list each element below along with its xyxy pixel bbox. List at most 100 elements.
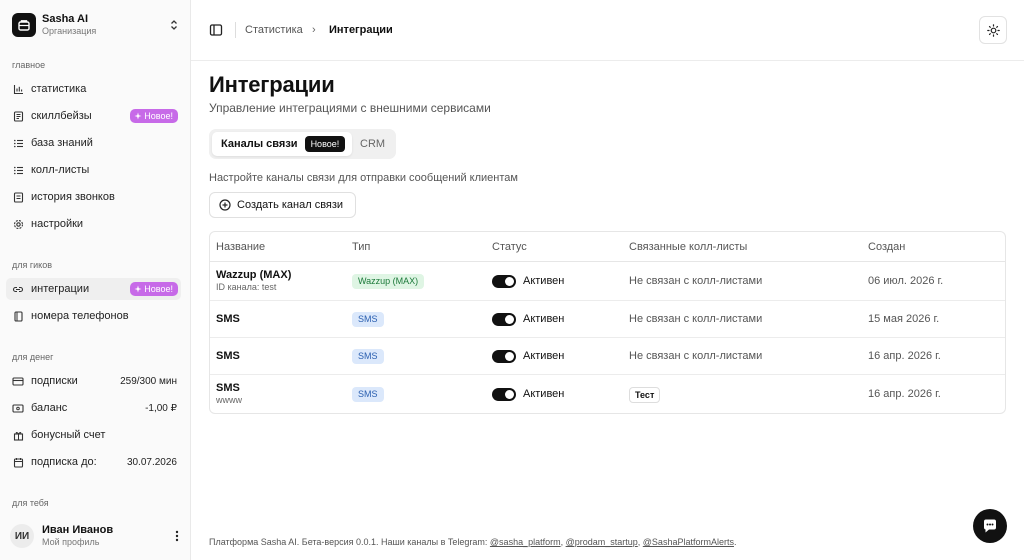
created-date: 16 апр. 2026 г. [868, 387, 941, 400]
avatar: ИИ [10, 524, 34, 548]
new-badge-label: Новое! [144, 111, 173, 121]
status-label: Активен [523, 313, 565, 325]
footer-text: Платформа Sasha AI. Бета-версия 0.0.1. Н… [209, 537, 490, 547]
column-header-status: Статус [492, 241, 527, 253]
list-icon [12, 164, 24, 176]
table-row[interactable]: SMS wwww SMS Активен Тест 16 апр. 2026 г. [210, 375, 1005, 413]
profile-subtitle: Мой профиль [42, 537, 100, 547]
chat-button[interactable] [973, 509, 1007, 543]
sidebar-item-label: настройки [31, 218, 84, 230]
sidebar-item-main-3[interactable]: колл-листы [6, 159, 181, 181]
column-header-linked: Связанные колл-листы [629, 241, 748, 253]
org-logo-icon [12, 13, 36, 37]
sidebar-item-value: 30.07.2026 [126, 456, 177, 468]
list-icon [12, 137, 24, 149]
sidebar-item-label: история звонков [31, 191, 115, 203]
sidebar-item-value: -1,00 ₽ [145, 402, 177, 414]
book-icon [12, 310, 24, 322]
channel-name: SMS [216, 381, 240, 394]
new-badge: Новое! [130, 109, 178, 123]
footer-link-prodam-startup[interactable]: @prodam_startup [566, 537, 638, 547]
status-toggle[interactable] [492, 387, 516, 401]
card-icon [12, 375, 24, 387]
sidebar-item-main-2[interactable]: база знаний [6, 132, 181, 154]
sidebar-item-label: колл-листы [31, 164, 90, 176]
column-header-name: Название [216, 241, 266, 253]
linked-call-lists: Не связан с колл-листами [629, 312, 763, 325]
sidebar-item-money-3[interactable]: подписка до: 30.07.2026 [6, 451, 181, 473]
channel-id: wwww [216, 394, 242, 405]
theme-toggle-button[interactable] [979, 16, 1007, 44]
status-toggle[interactable] [492, 349, 516, 363]
sidebar-item-label: подписки [31, 375, 78, 387]
breadcrumb-statistics[interactable]: Статистика [245, 24, 303, 36]
channel-name-cell: SMS [216, 313, 240, 325]
column-header-type: Тип [352, 241, 371, 253]
created-date: 16 апр. 2026 г. [868, 349, 941, 362]
tab-crm[interactable]: CRM [360, 138, 385, 150]
document-list-icon [12, 110, 24, 122]
tab-channels[interactable]: Каналы связи Новое! [212, 132, 352, 156]
linked-call-list-tag[interactable]: Тест [629, 386, 661, 403]
created-date: 06 июл. 2026 г. [868, 274, 944, 287]
status-toggle[interactable] [492, 312, 516, 326]
section-label-you: для тебя [12, 498, 49, 508]
channel-name: SMS [216, 312, 240, 325]
status-toggle[interactable] [492, 274, 516, 288]
channel-name-cell: SMS wwww [216, 382, 242, 405]
helper-text: Настройте каналы связи для отправки сооб… [209, 172, 518, 184]
sidebar-item-geek-0[interactable]: интеграции Новое! [6, 278, 181, 300]
sidebar-item-main-0[interactable]: статистика [6, 78, 181, 100]
footer-link-sasha-platform[interactable]: @sasha_platform [490, 537, 561, 547]
breadcrumb-separator: › [312, 24, 316, 36]
status-label: Активен [523, 275, 565, 287]
sidebar-item-value: 259/300 мин [120, 375, 177, 387]
sidebar-item-geek-1[interactable]: номера телефонов [6, 305, 181, 327]
sidebar-item-main-1[interactable]: скиллбейзы Новое! [6, 105, 181, 127]
gear-icon [12, 218, 24, 230]
sidebar-item-money-2[interactable]: бонусный счет [6, 424, 181, 446]
sidebar-item-money-0[interactable]: подписки 259/300 мин [6, 370, 181, 392]
sidebar-item-label: база знаний [31, 137, 93, 149]
breadcrumb-current: Интеграции [329, 24, 393, 36]
table-row[interactable]: Wazzup (MAX) ID канала: test Wazzup (MAX) А… [210, 262, 1005, 301]
sidebar-item-label: статистика [31, 83, 87, 95]
linked-call-lists: Не связан с колл-листами [629, 274, 763, 287]
type-badge: SMS [352, 386, 384, 402]
header-divider [235, 22, 236, 38]
created-date: 15 мая 2026 г. [868, 312, 940, 325]
org-switcher[interactable]: Sasha AI Организация [12, 12, 180, 38]
footer: Платформа Sasha AI. Бета-версия 0.0.1. Н… [209, 537, 736, 547]
table-row[interactable]: SMS SMS Активен Не связан с колл-листами 15 … [210, 301, 1005, 338]
status-label: Активен [523, 388, 565, 400]
sun-icon [986, 23, 1000, 37]
sidebar-item-label: скиллбейзы [31, 110, 92, 122]
table-header: Название Тип Статус Связанные колл-листы… [210, 232, 1005, 262]
channel-name: SMS [216, 349, 240, 362]
sidebar-item-main-5[interactable]: настройки [6, 213, 181, 235]
page-subtitle: Управление интеграциями с внешними серви… [209, 101, 491, 115]
column-header-created: Создан [868, 241, 906, 253]
profile-name: Иван Иванов [42, 524, 114, 536]
org-subtitle: Организация [42, 26, 97, 36]
sidebar-item-main-4[interactable]: история звонков [6, 186, 181, 208]
section-label-main: главное [12, 60, 46, 70]
footer-link-alerts[interactable]: @SashaPlatformAlerts [643, 537, 734, 547]
sidebar-item-label: номера телефонов [31, 310, 129, 322]
create-channel-button[interactable]: Создать канал связи [209, 192, 356, 218]
more-vertical-icon[interactable] [172, 528, 182, 544]
sidebar-item-label: баланс [31, 402, 68, 414]
channel-name-cell: Wazzup (MAX) ID канала: test [216, 269, 291, 292]
sidebar-item-money-1[interactable]: баланс -1,00 ₽ [6, 397, 181, 419]
type-badge: SMS [352, 348, 384, 364]
sparkle-icon [134, 285, 142, 293]
create-channel-label: Создать канал связи [237, 199, 344, 211]
channel-name: Wazzup (MAX) [216, 268, 292, 281]
sidebar-toggle-icon[interactable] [209, 23, 223, 37]
table-row[interactable]: SMS SMS Активен Не связан с колл-листами 16 … [210, 338, 1005, 375]
profile-menu[interactable]: ИИ Иван Иванов Мой профиль [10, 522, 182, 550]
type-badge: Wazzup (MAX) [352, 273, 425, 289]
wallet-icon [12, 402, 24, 414]
bar-chart-icon [12, 83, 24, 95]
sidebar-item-label: интеграции [31, 283, 90, 295]
